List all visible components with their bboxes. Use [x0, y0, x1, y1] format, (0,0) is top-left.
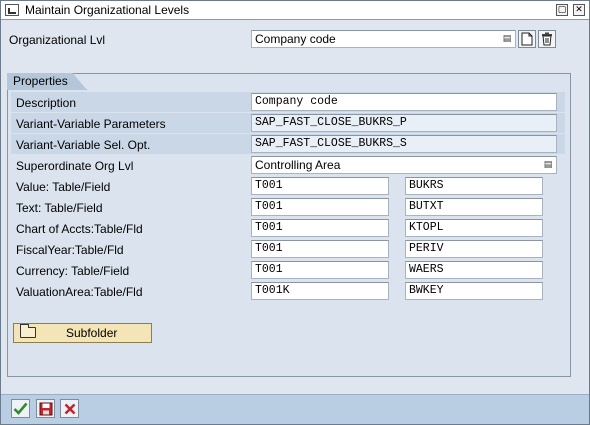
- table-row-label: Chart of Accts:Table/Fld: [16, 222, 143, 236]
- field-input[interactable]: WAERS: [405, 261, 543, 279]
- table-input[interactable]: T001: [251, 177, 389, 195]
- table-row-label: Text: Table/Field: [16, 201, 103, 215]
- save-icon[interactable]: [36, 399, 55, 418]
- superordinate-value: Controlling Area: [255, 158, 341, 172]
- dialog-footer: [1, 394, 589, 424]
- field-input[interactable]: KTOPL: [405, 219, 543, 237]
- table-input[interactable]: T001: [251, 198, 389, 216]
- window-title: Maintain Organizational Levels: [25, 3, 190, 17]
- variant-sel-label: Variant-Variable Sel. Opt.: [16, 138, 151, 152]
- variant-sel-input[interactable]: SAP_FAST_CLOSE_BUKRS_S: [251, 135, 557, 153]
- close-icon[interactable]: ✕: [573, 4, 585, 16]
- dialog-app-icon: [5, 4, 19, 16]
- table-row-label: Currency: Table/Field: [16, 264, 130, 278]
- dropdown-icon[interactable]: ▤: [543, 159, 553, 171]
- superordinate-label: Superordinate Org Lvl: [16, 159, 134, 173]
- check-icon[interactable]: [11, 399, 30, 418]
- subfolder-button[interactable]: Subfolder: [13, 323, 152, 343]
- superordinate-dropdown[interactable]: Controlling Area ▤: [251, 156, 557, 174]
- variant-params-input[interactable]: SAP_FAST_CLOSE_BUKRS_P: [251, 114, 557, 132]
- delete-trash-icon[interactable]: [538, 30, 556, 48]
- org-level-dropdown[interactable]: Company code ▤: [251, 30, 516, 48]
- dialog-window: Maintain Organizational Levels ▢ ✕ Organ…: [0, 0, 590, 425]
- table-row-label: ValuationArea:Table/Fld: [16, 285, 143, 299]
- table-input[interactable]: T001: [251, 240, 389, 258]
- field-input[interactable]: BWKEY: [405, 282, 543, 300]
- subfolder-label: Subfolder: [66, 326, 118, 340]
- field-input[interactable]: BUKRS: [405, 177, 543, 195]
- table-row-label: Value: Table/Field: [16, 180, 111, 194]
- folder-icon: [20, 324, 36, 338]
- table-input[interactable]: T001K: [251, 282, 389, 300]
- dropdown-icon[interactable]: ▤: [502, 33, 512, 45]
- table-row-label: FiscalYear:Table/Fld: [16, 243, 124, 257]
- description-input[interactable]: Company code: [251, 93, 557, 111]
- org-level-value: Company code: [255, 32, 336, 46]
- description-label: Description: [16, 96, 77, 110]
- org-level-label: Organizational Lvl: [9, 33, 106, 47]
- variant-params-label: Variant-Variable Parameters: [16, 117, 166, 131]
- cancel-icon[interactable]: [60, 399, 79, 418]
- title-bar: Maintain Organizational Levels ▢ ✕: [1, 1, 589, 20]
- field-input[interactable]: BUTXT: [405, 198, 543, 216]
- restore-icon[interactable]: ▢: [556, 4, 568, 16]
- table-input[interactable]: T001: [251, 219, 389, 237]
- new-document-icon[interactable]: [518, 30, 536, 48]
- field-input[interactable]: PERIV: [405, 240, 543, 258]
- table-input[interactable]: T001: [251, 261, 389, 279]
